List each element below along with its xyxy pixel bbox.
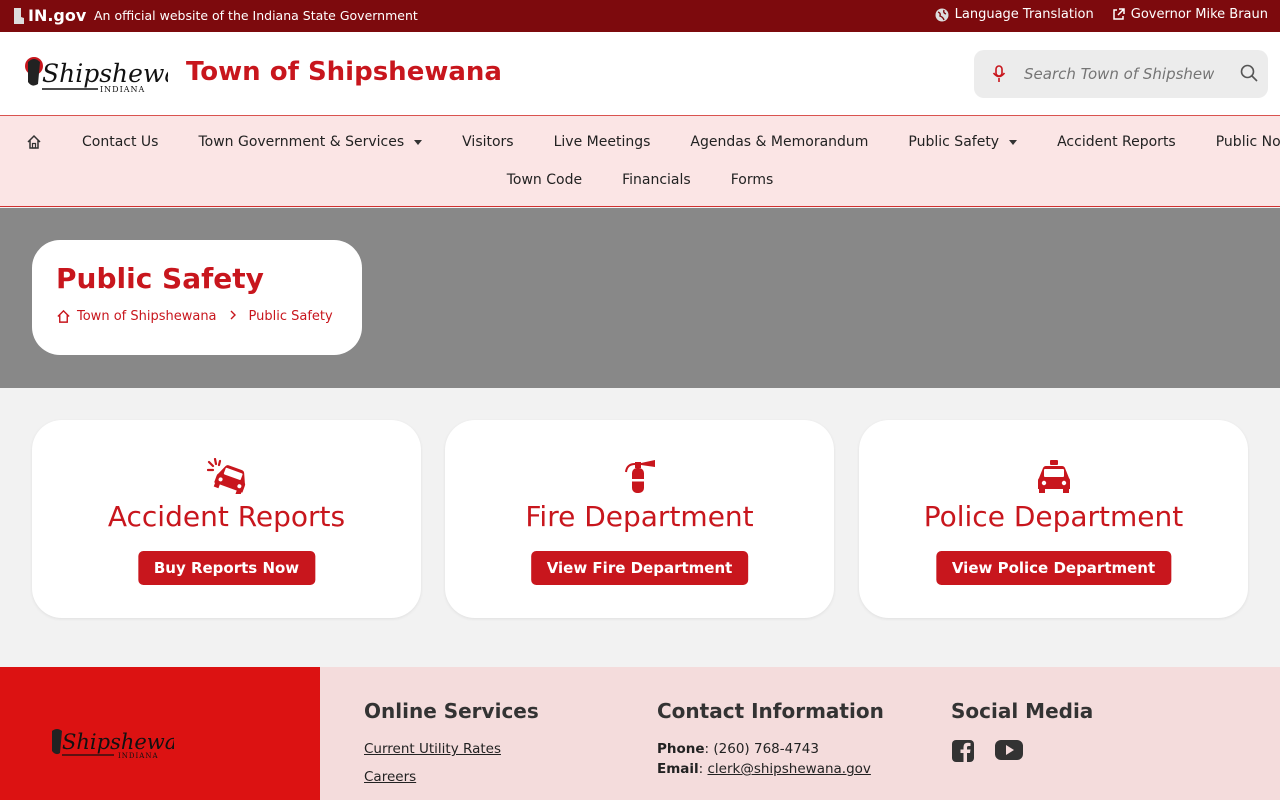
nav-town-code[interactable]: Town Code xyxy=(507,172,582,188)
nav-label: Contact Us xyxy=(82,134,159,150)
nav-financials[interactable]: Financials xyxy=(622,172,691,188)
nav-label: Forms xyxy=(730,172,774,188)
external-link-icon xyxy=(1113,8,1125,20)
nav-label: Public Notices xyxy=(1215,134,1280,150)
nav-label: Visitors xyxy=(462,134,514,150)
footer-logo[interactable]: Shipshewana INDIANA xyxy=(48,725,203,761)
language-translation-link[interactable]: Language Translation xyxy=(935,7,1094,22)
nav-label: Financials xyxy=(622,172,691,188)
official-text: An official website of the Indiana State… xyxy=(94,8,418,23)
search-icon[interactable] xyxy=(1240,64,1258,86)
page-title-card: Public Safety Town of Shipshewana Public… xyxy=(32,240,362,355)
chevron-down-icon xyxy=(414,139,423,145)
footer-heading: Contact Information xyxy=(657,699,884,723)
footer-contact: Contact Information Phone: (260) 768-474… xyxy=(657,699,884,781)
nav-contact-us[interactable]: Contact Us xyxy=(82,134,158,150)
email-label: Email xyxy=(657,761,699,777)
footer-online-services: Online Services Current Utility Rates Ca… xyxy=(364,699,539,797)
nav-label: Accident Reports xyxy=(1057,134,1176,150)
breadcrumb-home-link[interactable]: Town of Shipshewana xyxy=(77,309,217,324)
breadcrumb-current: Public Safety xyxy=(248,309,333,324)
phone-label: Phone xyxy=(657,741,705,757)
indiana-state-icon xyxy=(14,7,24,24)
nav-label: Town Government & Services xyxy=(198,134,405,150)
nav-agendas[interactable]: Agendas & Memorandum xyxy=(690,134,868,150)
card-fire-department: Fire Department View Fire Department xyxy=(445,420,834,618)
svg-text:Shipshewana: Shipshewana xyxy=(42,59,168,88)
nav-live-meetings[interactable]: Live Meetings xyxy=(554,134,651,150)
chevron-right-icon xyxy=(229,309,237,324)
site-logo[interactable]: Shipshewana INDIANA xyxy=(20,52,210,96)
footer-heading: Online Services xyxy=(364,699,539,723)
car-crash-icon xyxy=(32,458,421,494)
main-nav: Contact Us Town Government & Services Vi… xyxy=(0,116,1280,207)
footer-brand-panel: Shipshewana INDIANA xyxy=(0,667,320,800)
email-link[interactable]: clerk@shipshewana.gov xyxy=(708,761,871,777)
nav-public-safety[interactable]: Public Safety xyxy=(908,134,1018,150)
language-translation-label: Language Translation xyxy=(954,7,1094,22)
search-input[interactable] xyxy=(1024,65,1214,83)
phone-value: (260) 768-4743 xyxy=(713,741,819,757)
nav-label: Agendas & Memorandum xyxy=(690,134,869,150)
card-accident-reports: Accident Reports Buy Reports Now xyxy=(32,420,421,618)
governor-link[interactable]: Governor Mike Braun xyxy=(1112,7,1268,22)
search-box xyxy=(974,50,1268,98)
view-fire-department-button[interactable]: View Fire Department xyxy=(530,551,749,585)
microphone-icon[interactable] xyxy=(974,65,1024,83)
home-icon xyxy=(27,134,41,149)
view-police-department-button[interactable]: View Police Department xyxy=(935,551,1172,585)
chevron-down-icon xyxy=(1009,139,1018,145)
utility-rates-link[interactable]: Current Utility Rates xyxy=(364,741,539,757)
nav-home[interactable] xyxy=(26,134,42,150)
youtube-icon[interactable] xyxy=(995,739,1023,767)
globe-icon xyxy=(935,8,949,21)
svg-text:Shipshewana: Shipshewana xyxy=(62,730,174,754)
nav-forms[interactable]: Forms xyxy=(731,172,774,188)
buy-reports-button[interactable]: Buy Reports Now xyxy=(137,551,316,585)
nav-visitors[interactable]: Visitors xyxy=(462,134,513,150)
svg-text:INDIANA: INDIANA xyxy=(118,752,159,760)
svg-text:INDIANA: INDIANA xyxy=(100,85,145,94)
card-title: Accident Reports xyxy=(107,500,346,533)
nav-town-government[interactable]: Town Government & Services xyxy=(198,134,423,150)
careers-link[interactable]: Careers xyxy=(364,769,539,785)
nav-label: Public Safety xyxy=(908,134,1000,150)
contact-email: Email: clerk@shipshewana.gov xyxy=(657,761,871,777)
contact-phone: Phone: (260) 768-4743 xyxy=(657,741,819,757)
home-icon xyxy=(57,309,70,323)
official-banner: IN.gov An official website of the Indian… xyxy=(0,0,1280,32)
nav-label: Town Code xyxy=(506,172,583,188)
ingov-label: IN.gov xyxy=(28,6,87,25)
breadcrumb: Town of Shipshewana Public Safety xyxy=(56,309,338,324)
card-title: Fire Department xyxy=(525,500,754,533)
nav-public-notices[interactable]: Public Notices xyxy=(1216,134,1280,150)
page-title: Public Safety xyxy=(56,262,264,295)
facebook-icon[interactable] xyxy=(951,739,975,767)
page-banner: Public Safety Town of Shipshewana Public… xyxy=(0,208,1280,388)
nav-label: Live Meetings xyxy=(553,134,651,150)
services-cards: Accident Reports Buy Reports Now Fire De… xyxy=(0,388,1280,667)
footer-social: Social Media xyxy=(951,699,1093,767)
site-title[interactable]: Town of Shipshewana xyxy=(186,57,502,87)
governor-label: Governor Mike Braun xyxy=(1130,7,1268,22)
site-footer: Shipshewana INDIANA Online Services Curr… xyxy=(0,667,1280,800)
card-title: Police Department xyxy=(923,500,1184,533)
card-police-department: Police Department View Police Department xyxy=(859,420,1248,618)
footer-heading: Social Media xyxy=(951,699,1094,723)
police-car-icon xyxy=(859,458,1248,493)
site-header: Shipshewana INDIANA Town of Shipshewana xyxy=(0,32,1280,116)
ingov-logo[interactable]: IN.gov xyxy=(12,6,86,25)
nav-accident-reports[interactable]: Accident Reports xyxy=(1057,134,1176,150)
fire-extinguisher-icon xyxy=(445,458,834,493)
